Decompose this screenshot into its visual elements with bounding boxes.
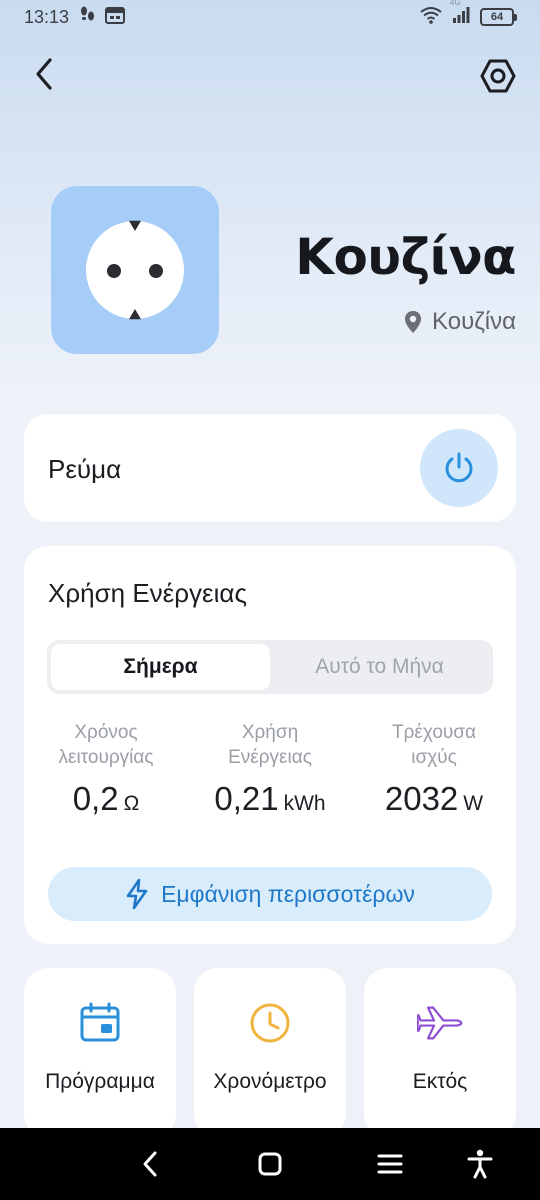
stat-label-line: Ενέργειας xyxy=(228,747,312,768)
nav-menu-icon xyxy=(377,1154,403,1174)
stat-value: 2032 W xyxy=(352,780,516,818)
energy-title: Χρήση Ενέργειας xyxy=(48,578,247,608)
location-pin-icon xyxy=(405,311,422,333)
nav-home-icon xyxy=(258,1152,282,1176)
timer-label: Χρονόμετρο xyxy=(213,1070,327,1093)
stat-runtime: Χρόνος λειτουργίας 0,2 Ω xyxy=(24,720,188,818)
stat-label-line: Χρήση xyxy=(241,722,299,743)
steps-icon xyxy=(77,5,97,30)
stat-label-line: Χρόνος xyxy=(74,722,138,743)
schedule-label: Πρόγραμμα xyxy=(45,1070,155,1093)
stat-number: 0,2 xyxy=(72,780,119,817)
show-more-label: Εμφάνιση περισσοτέρων xyxy=(161,880,415,907)
calendar-icon xyxy=(77,1000,123,1046)
stat-value: 0,2 Ω xyxy=(24,780,188,818)
stat-number: 2032 xyxy=(384,780,459,817)
network-type: 4G xyxy=(450,0,461,7)
energy-stats: Χρόνος λειτουργίας 0,2 Ω Χρήση Ενέργειας … xyxy=(24,720,516,818)
stat-value: 0,21 kWh xyxy=(188,780,352,818)
chevron-left-icon xyxy=(36,58,52,90)
device-room-label: Κουζίνα xyxy=(432,308,516,335)
nav-home-button[interactable] xyxy=(252,1146,288,1182)
stat-label: Τρέχουσα ισχύς xyxy=(352,720,516,770)
device-icon-tile xyxy=(51,186,219,354)
stat-label: Χρόνος λειτουργίας xyxy=(24,720,188,770)
wifi-icon xyxy=(420,6,442,29)
airplane-icon xyxy=(417,1000,463,1046)
accessibility-icon xyxy=(467,1149,493,1179)
stat-unit: W xyxy=(463,792,484,815)
schedule-tile[interactable]: Πρόγραμμα xyxy=(24,968,176,1138)
away-label: Εκτός xyxy=(412,1070,468,1093)
stat-unit: Ω xyxy=(123,792,140,815)
tab-this-month[interactable]: Αυτό το Μήνα xyxy=(270,644,489,690)
clock-icon xyxy=(247,1000,293,1046)
timer-tile[interactable]: Χρονόμετρο xyxy=(194,968,346,1138)
battery-level: 64 xyxy=(490,11,504,23)
energy-usage-card: Χρήση Ενέργειας Σήμερα Αυτό το Μήνα Χρόν… xyxy=(24,546,516,944)
nav-menu-button[interactable] xyxy=(372,1146,408,1182)
device-room[interactable]: Κουζίνα xyxy=(404,308,516,336)
stat-label-line: ισχύς xyxy=(411,747,457,768)
settings-button[interactable] xyxy=(478,56,518,96)
lightning-icon xyxy=(126,878,148,910)
power-socket-icon xyxy=(86,220,184,320)
stat-current-power: Τρέχουσα ισχύς 2032 W xyxy=(352,720,516,818)
device-name: Κουζίνα xyxy=(295,228,516,286)
stat-number: 0,21 xyxy=(214,780,279,817)
show-more-button[interactable]: Εμφάνιση περισσοτέρων xyxy=(48,867,492,921)
stat-label: Χρήση Ενέργειας xyxy=(188,720,352,770)
status-time: 13:13 xyxy=(24,6,70,27)
power-card: Ρεύμα xyxy=(24,414,516,522)
hexagon-settings-icon xyxy=(480,59,516,93)
nav-back-icon xyxy=(143,1151,157,1177)
power-icon xyxy=(445,452,473,483)
away-tile[interactable]: Εκτός xyxy=(364,968,516,1138)
calendar-status-icon xyxy=(105,6,126,29)
tab-today[interactable]: Σήμερα xyxy=(51,644,270,690)
power-toggle-button[interactable] xyxy=(420,429,498,507)
system-nav-bar xyxy=(0,1128,540,1200)
stat-label-line: Τρέχουσα xyxy=(391,722,476,743)
back-button[interactable] xyxy=(24,54,64,94)
battery-icon: 64 xyxy=(480,8,517,26)
accessibility-button[interactable] xyxy=(462,1146,498,1182)
period-segmented-control: Σήμερα Αυτό το Μήνα xyxy=(47,640,493,694)
stat-label-line: λειτουργίας xyxy=(58,747,154,768)
cell-signal-icon: 4G xyxy=(450,0,470,29)
nav-back-button[interactable] xyxy=(132,1146,168,1182)
status-bar: 13:13 4G 64 xyxy=(0,0,540,34)
power-label: Ρεύμα xyxy=(48,454,122,484)
stat-unit: kWh xyxy=(283,792,326,815)
stat-energy-use: Χρήση Ενέργειας 0,21 kWh xyxy=(188,720,352,818)
